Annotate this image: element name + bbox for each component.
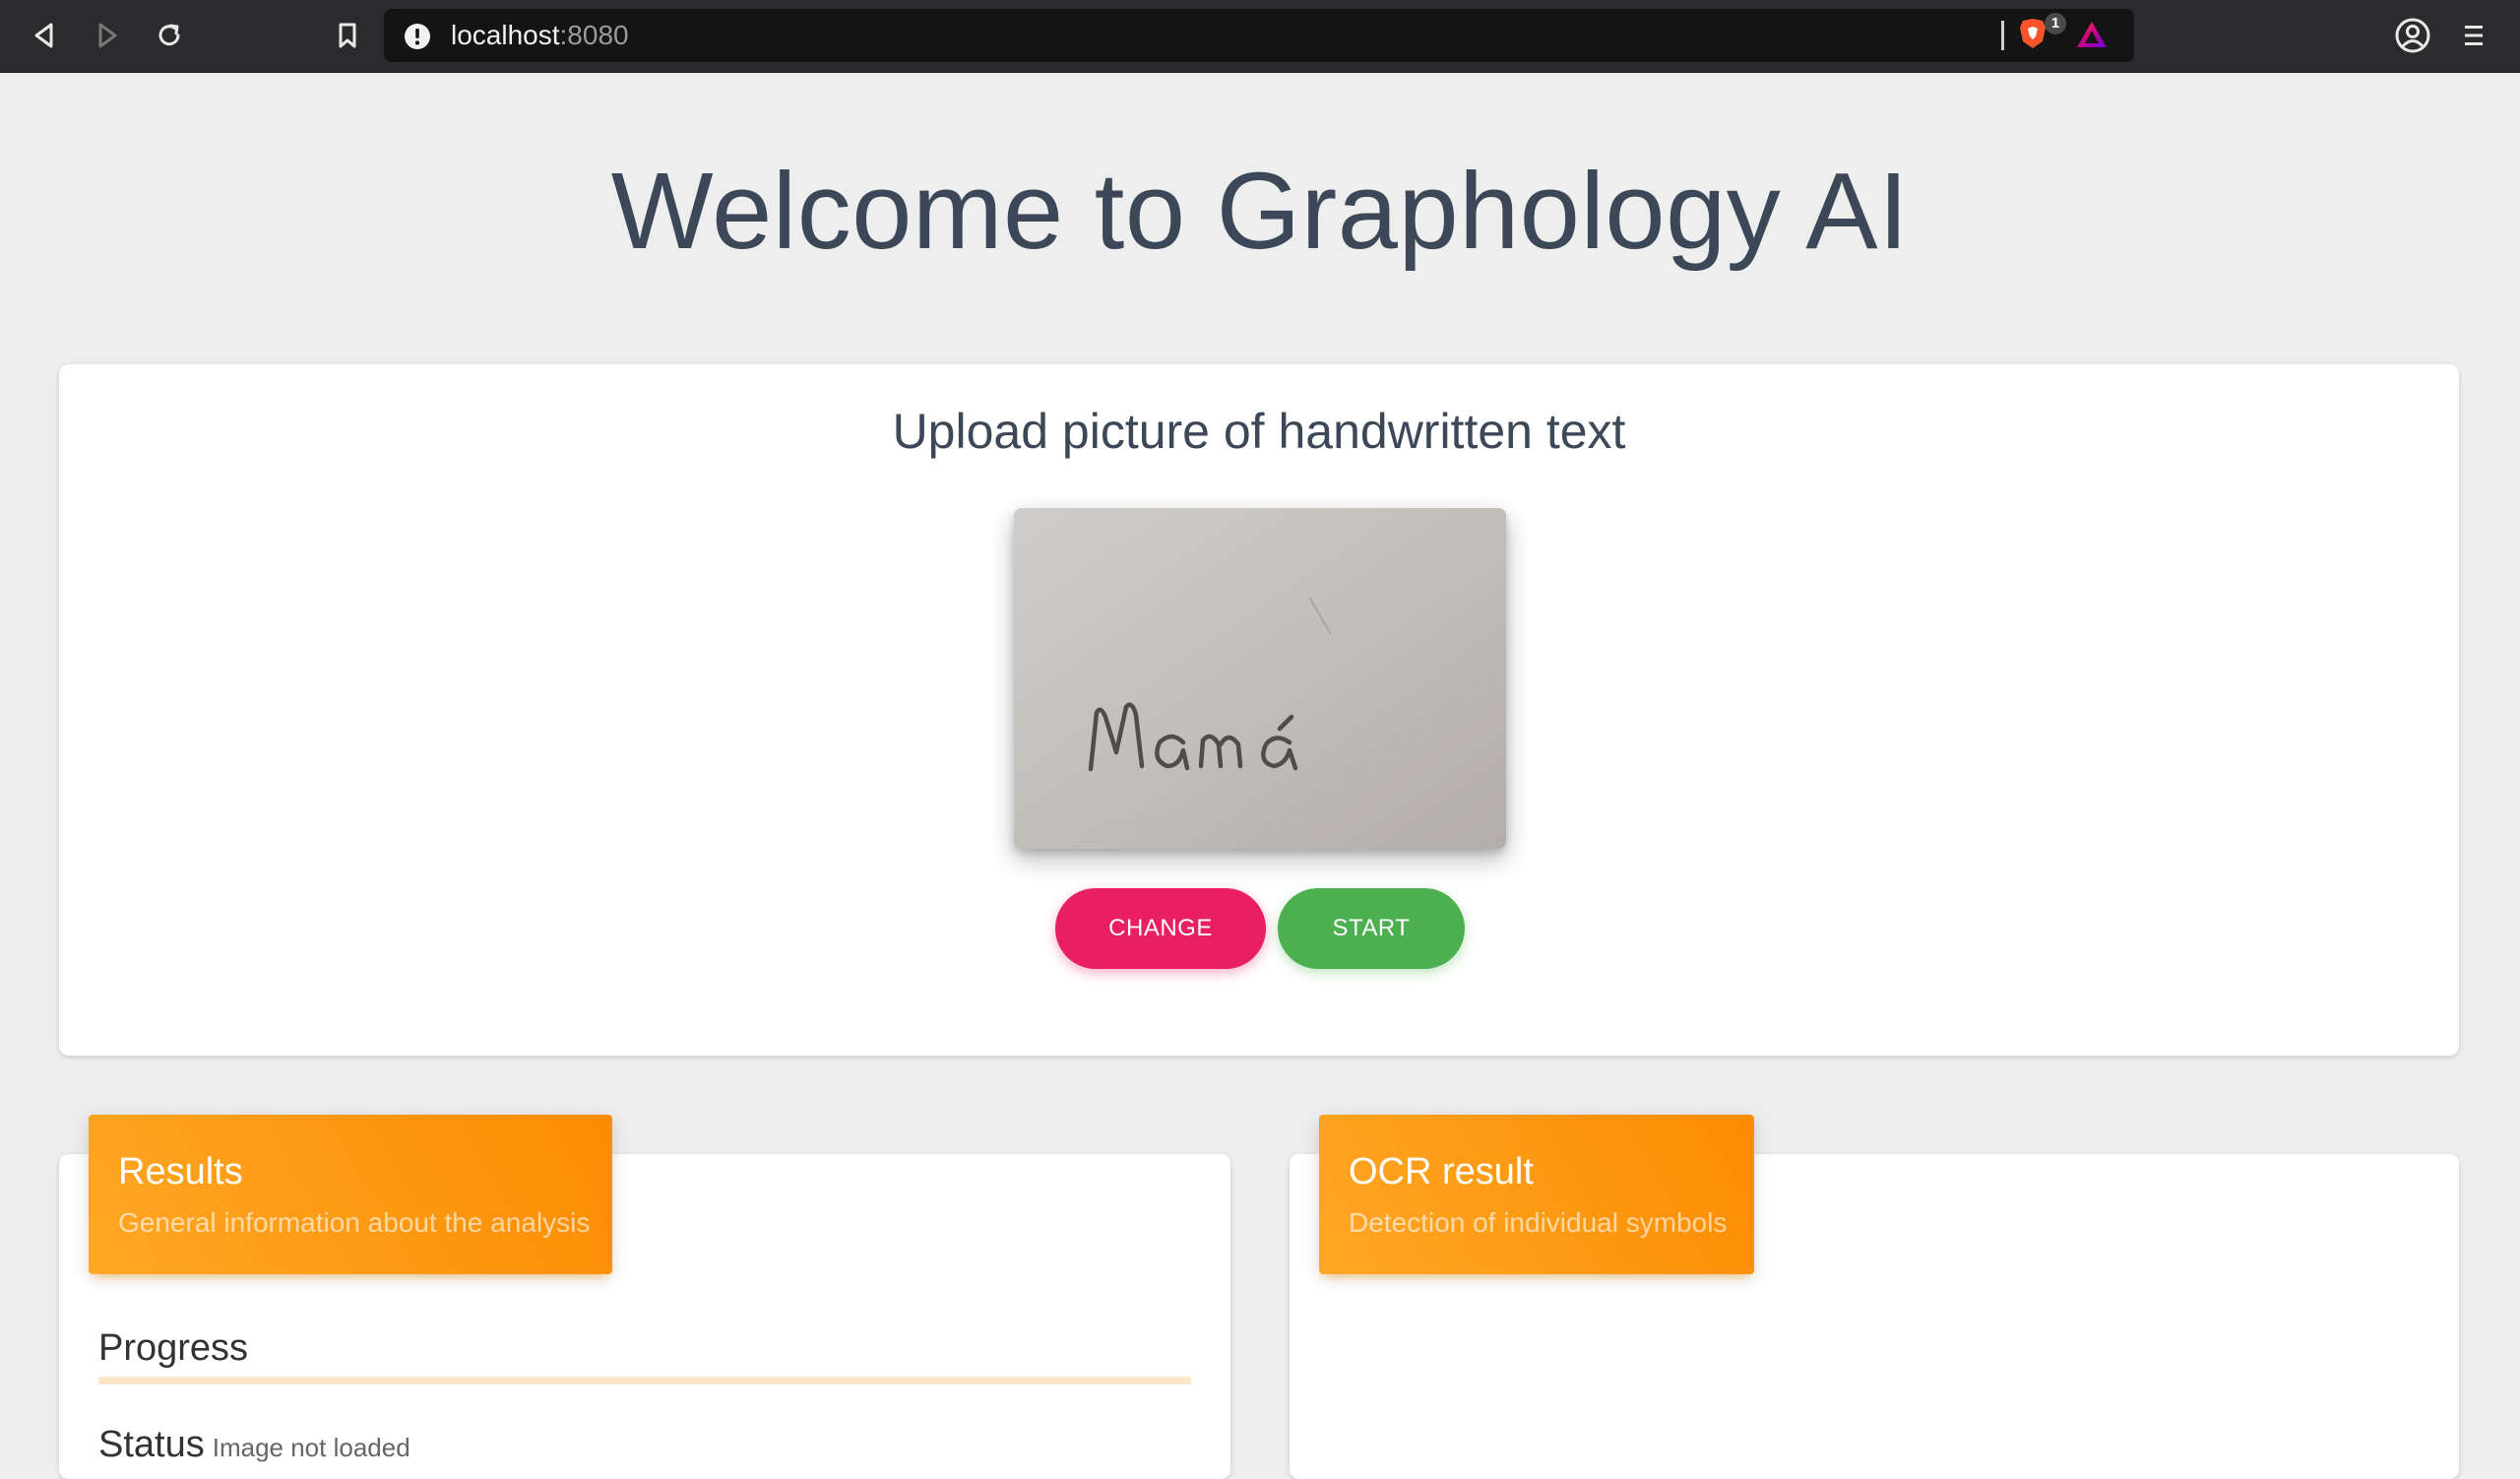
profile-icon[interactable] xyxy=(2394,17,2431,54)
handwriting-sample xyxy=(1014,508,1506,849)
bookmark-icon xyxy=(339,23,356,48)
status-row: Status Image not loaded xyxy=(98,1424,410,1466)
brave-shields-icon[interactable] xyxy=(2018,17,2048,50)
bookmark-button[interactable] xyxy=(329,17,366,54)
status-value: Image not loaded xyxy=(212,1433,410,1462)
status-label: Status xyxy=(98,1424,205,1465)
url-port: :8080 xyxy=(559,20,629,50)
results-subtitle: General information about the analysis xyxy=(118,1207,591,1238)
results-card-header: Results General information about the an… xyxy=(89,1115,612,1274)
change-image-button[interactable]: CHANGE xyxy=(1055,888,1266,969)
progress-bar xyxy=(98,1377,1191,1384)
reload-button[interactable] xyxy=(151,17,188,54)
results-card: Results General information about the an… xyxy=(59,1115,1230,1479)
ocr-card: OCR result Detection of individual symbo… xyxy=(1290,1115,2459,1479)
upload-title: Upload picture of handwritten text xyxy=(892,404,1626,459)
menu-icon[interactable] xyxy=(2459,17,2488,54)
browser-toolbar: localhost:8080 1 xyxy=(0,0,2520,73)
forward-arrow-icon xyxy=(98,23,117,48)
forward-button[interactable] xyxy=(89,17,126,54)
url-text[interactable]: localhost:8080 xyxy=(451,21,629,50)
brave-rewards-icon[interactable] xyxy=(2075,20,2109,49)
upload-card: Upload picture of handwritten text CHANG… xyxy=(59,364,2459,1056)
start-analysis-button[interactable]: START xyxy=(1278,888,1465,969)
ocr-card-header: OCR result Detection of individual symbo… xyxy=(1319,1115,1754,1274)
address-bar[interactable]: localhost:8080 1 xyxy=(384,9,2134,62)
reload-icon xyxy=(158,24,180,46)
site-info-icon[interactable] xyxy=(404,23,431,50)
url-host: localhost xyxy=(451,20,560,50)
page-title: Welcome to Graphology AI xyxy=(610,151,1910,272)
ocr-subtitle: Detection of individual symbols xyxy=(1349,1207,1728,1238)
back-button[interactable] xyxy=(26,17,63,54)
back-arrow-icon xyxy=(34,23,53,48)
ocr-title: OCR result xyxy=(1349,1151,1534,1192)
handwriting-preview-image xyxy=(1014,508,1506,849)
progress-label: Progress xyxy=(98,1327,249,1369)
results-title: Results xyxy=(118,1151,243,1192)
shields-badge: 1 xyxy=(2045,13,2066,34)
url-divider xyxy=(2001,21,2004,50)
